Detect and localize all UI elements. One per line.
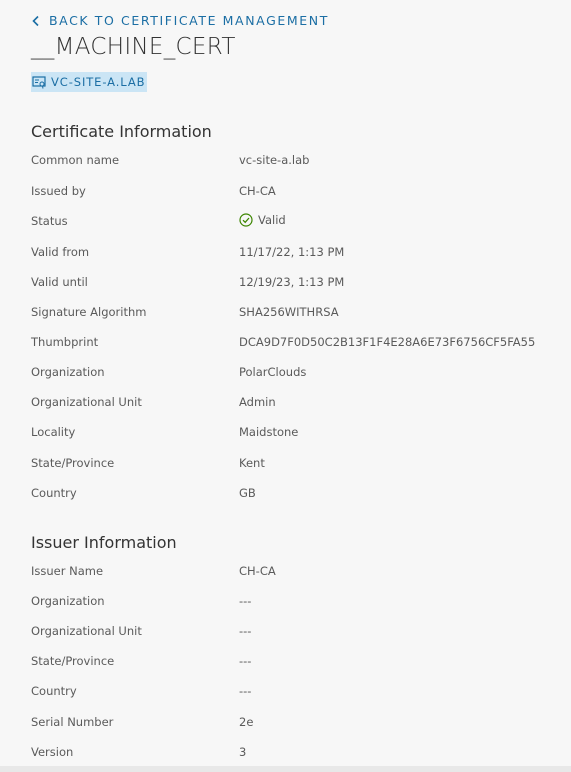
- certificate-detail-page: BACK TO CERTIFICATE MANAGEMENT __MACHINE…: [0, 0, 571, 772]
- cert-value-organization: PolarClouds: [239, 365, 307, 379]
- cert-value-organizational-unit: Admin: [239, 395, 276, 409]
- cert-value-valid-until: 12/19/23, 1:13 PM: [239, 275, 345, 289]
- issuer-value-version: 3: [239, 745, 247, 759]
- cert-label-common-name: Common name: [31, 153, 120, 167]
- issuer-information-heading: Issuer Information: [31, 533, 177, 552]
- cert-label-thumbprint: Thumbprint: [31, 335, 99, 349]
- cert-value-state-province: Kent: [239, 456, 265, 470]
- host-link[interactable]: VC-SITE-A.LAB: [31, 72, 148, 92]
- cert-label-issued-by: Issued by: [31, 184, 86, 198]
- page-title: __MACHINE_CERT: [31, 34, 236, 60]
- issuer-value-organizational-unit: ---: [239, 624, 252, 638]
- host-label: VC-SITE-A.LAB: [51, 75, 146, 89]
- cert-value-thumbprint: DCA9D7F0D50C2B13F1F4E28A6E73F6756CF5FA55: [239, 335, 536, 349]
- cert-label-state-province: State/Province: [31, 456, 115, 470]
- check-circle-icon: [239, 213, 253, 227]
- issuer-value-serial-number: 2e: [239, 715, 254, 729]
- issuer-label-state-province: State/Province: [31, 654, 115, 668]
- cert-label-locality: Locality: [31, 425, 76, 439]
- back-to-certificate-management-link[interactable]: BACK TO CERTIFICATE MANAGEMENT: [31, 13, 329, 28]
- issuer-value-country: ---: [239, 684, 252, 698]
- cert-value-valid-from: 11/17/22, 1:13 PM: [239, 245, 345, 259]
- cert-label-organization: Organization: [31, 365, 105, 379]
- issuer-label-organizational-unit: Organizational Unit: [31, 624, 142, 638]
- cert-label-signature-algorithm: Signature Algorithm: [31, 305, 147, 319]
- cert-value-signature-algorithm: SHA256WITHRSA: [239, 305, 339, 319]
- chevron-left-icon: [31, 14, 43, 28]
- issuer-label-organization: Organization: [31, 594, 105, 608]
- issuer-value-organization: ---: [239, 594, 252, 608]
- issuer-label-country: Country: [31, 684, 77, 698]
- issuer-value-state-province: ---: [239, 654, 252, 668]
- back-link-label: BACK TO CERTIFICATE MANAGEMENT: [49, 13, 329, 28]
- issuer-label-serial-number: Serial Number: [31, 715, 114, 729]
- cert-label-valid-from: Valid from: [31, 245, 90, 259]
- cert-label-status: Status: [31, 214, 68, 228]
- issuer-label-name: Issuer Name: [31, 564, 104, 578]
- horizontal-scrollbar[interactable]: [0, 766, 571, 772]
- cert-value-common-name: vc-site-a.lab: [239, 153, 310, 167]
- cert-label-valid-until: Valid until: [31, 275, 88, 289]
- certificate-information-heading: Certificate Information: [31, 122, 212, 141]
- cert-label-organizational-unit: Organizational Unit: [31, 395, 142, 409]
- host-icon: [32, 75, 46, 89]
- cert-value-status: Valid: [239, 213, 286, 227]
- cert-value-country: GB: [239, 486, 256, 500]
- cert-value-locality: Maidstone: [239, 425, 299, 439]
- status-valid-text: Valid: [258, 213, 286, 227]
- issuer-value-name: CH-CA: [239, 564, 276, 578]
- cert-label-country: Country: [31, 486, 77, 500]
- issuer-label-version: Version: [31, 745, 74, 759]
- cert-value-issued-by: CH-CA: [239, 184, 276, 198]
